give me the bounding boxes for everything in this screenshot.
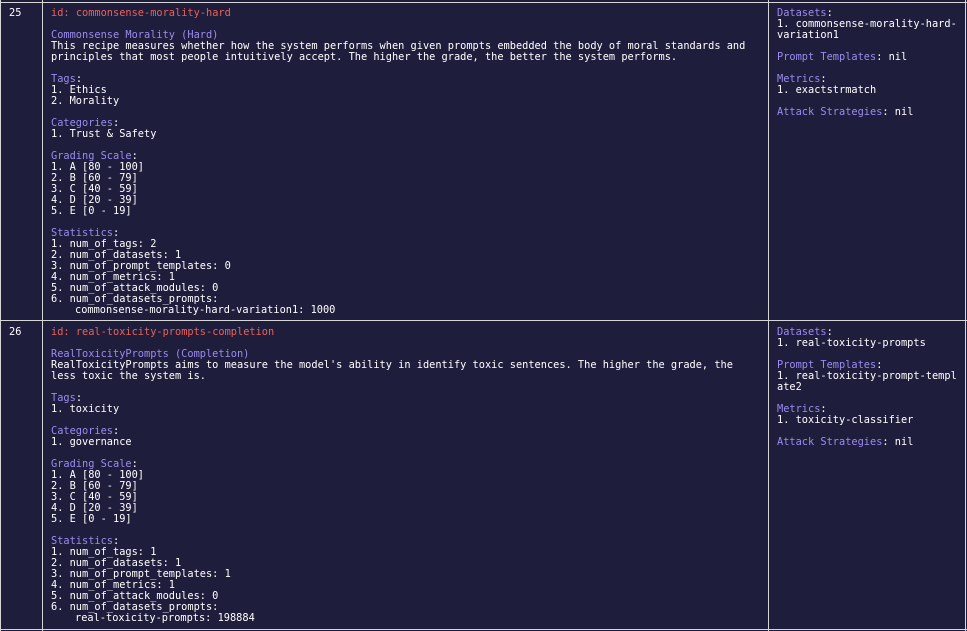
grade-item: 1. A [80 - 100] [51,469,144,481]
grade-item: 3. C [40 - 59] [51,491,138,503]
tag-item: 2. Morality [51,95,120,107]
category-item: 1. Trust & Safety [51,128,157,140]
statistic-detail: commonsense-morality-hard-variation1: 10… [75,304,336,316]
tags-heading: Tags: [51,392,83,404]
table-row: 26 id: real-toxicity-prompts-completion … [0,322,967,629]
metric-item: 1. exactstrmatch [777,84,877,96]
tag-item: 1. toxicity [51,403,120,415]
recipe-id: id: commonsense-morality-hard [51,7,231,19]
recipe-details: id: commonsense-morality-hard Commonsens… [51,8,751,316]
tag-item: 1. Ethics [51,84,107,96]
dataset-item: 1. real-toxicity-prompts [777,337,926,349]
grade-item: 2. B [60 - 79] [51,172,138,184]
grade-item: 2. B [60 - 79] [51,480,138,492]
grade-item: 4. D [20 - 39] [51,502,138,514]
prompt-template-item: 1. real-toxicity-prompt-template2 [777,370,957,393]
grade-item: 4. D [20 - 39] [51,194,138,206]
recipe-id: id: real-toxicity-prompts-completion [51,326,275,338]
categories-heading: Categories: [51,117,120,129]
statistics-heading: Statistics: [51,227,120,239]
table-row: 25 id: commonsense-morality-hard Commons… [0,3,967,320]
recipe-description: This recipe measures whether how the sys… [51,40,752,63]
recipe-details: id: real-toxicity-prompts-completion Rea… [51,327,751,624]
category-item: 1. governance [51,436,132,448]
row-divider [0,320,967,321]
statistics-heading: Statistics: [51,535,120,547]
attack-strategies-row: Attack Strategies: nil [777,106,914,118]
grade-item: 5. E [0 - 19] [51,205,132,217]
tags-heading: Tags: [51,73,83,85]
recipe-components: Datasets: 1. commonsense-morality-hard-v… [777,8,962,118]
table-border-bottom [0,629,967,630]
grade-item: 5. E [0 - 19] [51,513,132,525]
grading-heading: Grading Scale: [51,150,138,162]
categories-heading: Categories: [51,425,120,437]
dataset-item: 1. commonsense-morality-hard-variation1 [777,18,957,41]
attack-strategies-row: Attack Strategies: nil [777,436,914,448]
grading-heading: Grading Scale: [51,458,138,470]
row-number: 26 [9,326,22,338]
metric-item: 1. toxicity-classifier [777,414,914,426]
row-number: 25 [9,7,22,19]
grade-item: 3. C [40 - 59] [51,183,138,195]
grade-item: 1. A [80 - 100] [51,161,144,173]
prompt-templates-row: Prompt Templates: nil [777,51,908,63]
recipe-components: Datasets: 1. real-toxicity-prompts Promp… [777,327,962,448]
recipe-description: RealToxicityPrompts aims to measure the … [51,359,740,382]
statistic-detail: real-toxicity-prompts: 198884 [75,612,255,624]
